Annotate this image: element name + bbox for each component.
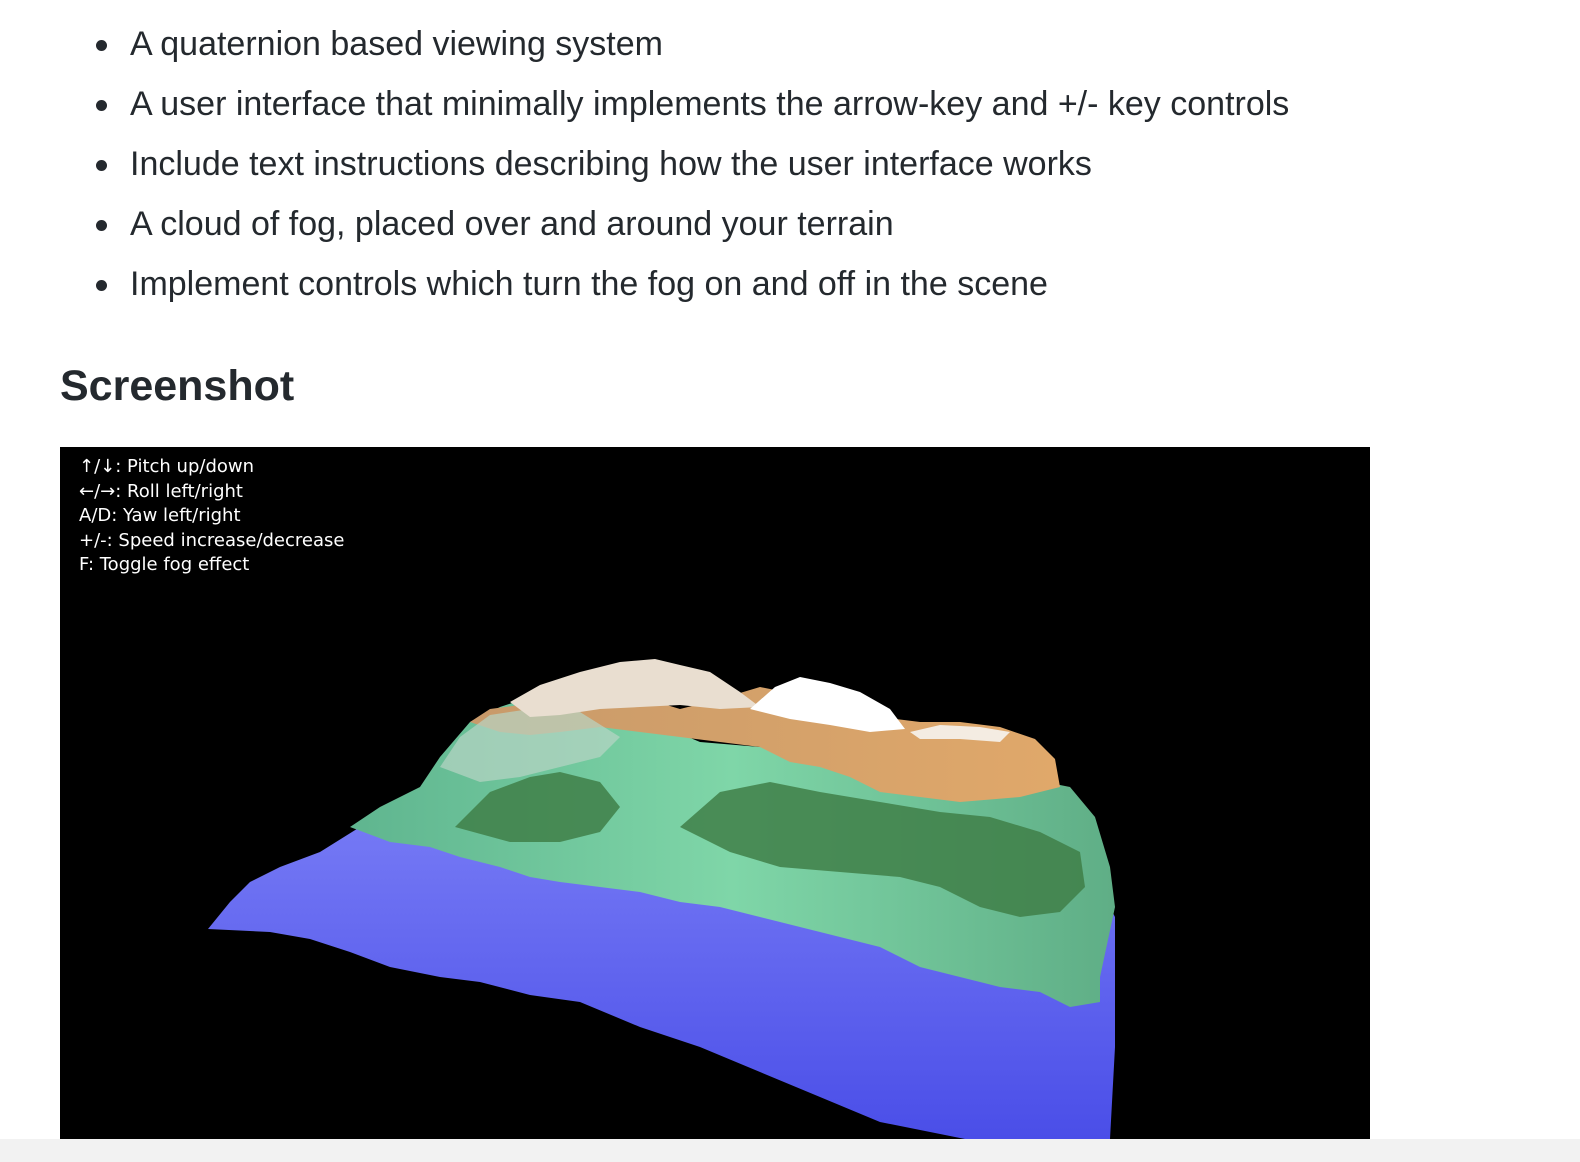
list-item-text: A quaternion based viewing system bbox=[130, 25, 663, 63]
list-item: Include text instructions describing how… bbox=[88, 134, 1289, 194]
list-item-text: A cloud of fog, placed over and around y… bbox=[130, 205, 894, 243]
list-item: A user interface that minimally implemen… bbox=[88, 74, 1289, 134]
terrain-screenshot: ↑/↓: Pitch up/down ←/→: Roll left/right … bbox=[60, 447, 1370, 1139]
instruction-line: ↑/↓: Pitch up/down bbox=[79, 456, 255, 477]
list-item: A quaternion based viewing system bbox=[88, 14, 1289, 74]
bullet-icon bbox=[96, 280, 107, 291]
section-heading: Screenshot bbox=[60, 362, 295, 410]
list-item: Implement controls which turn the fog on… bbox=[88, 254, 1289, 314]
bullet-icon bbox=[96, 40, 107, 51]
control-instructions: ↑/↓: Pitch up/down ←/→: Roll left/right … bbox=[79, 455, 344, 578]
list-item-text: A user interface that minimally implemen… bbox=[130, 85, 1290, 123]
bottom-strip bbox=[0, 1139, 1580, 1162]
instruction-line: ←/→: Roll left/right bbox=[79, 480, 243, 502]
requirements-list: A quaternion based viewing system A user… bbox=[88, 14, 1289, 314]
instruction-line: +/-: Speed increase/decrease bbox=[79, 529, 345, 551]
bullet-icon bbox=[96, 160, 107, 171]
list-item-text: Implement controls which turn the fog on… bbox=[130, 265, 1048, 303]
instruction-line: A/D: Yaw left/right bbox=[79, 505, 241, 526]
instruction-line: F: Toggle fog effect bbox=[79, 554, 250, 575]
bullet-icon bbox=[96, 220, 107, 231]
bullet-icon bbox=[96, 100, 107, 111]
list-item-text: Include text instructions describing how… bbox=[130, 145, 1092, 183]
list-item: A cloud of fog, placed over and around y… bbox=[88, 194, 1289, 254]
